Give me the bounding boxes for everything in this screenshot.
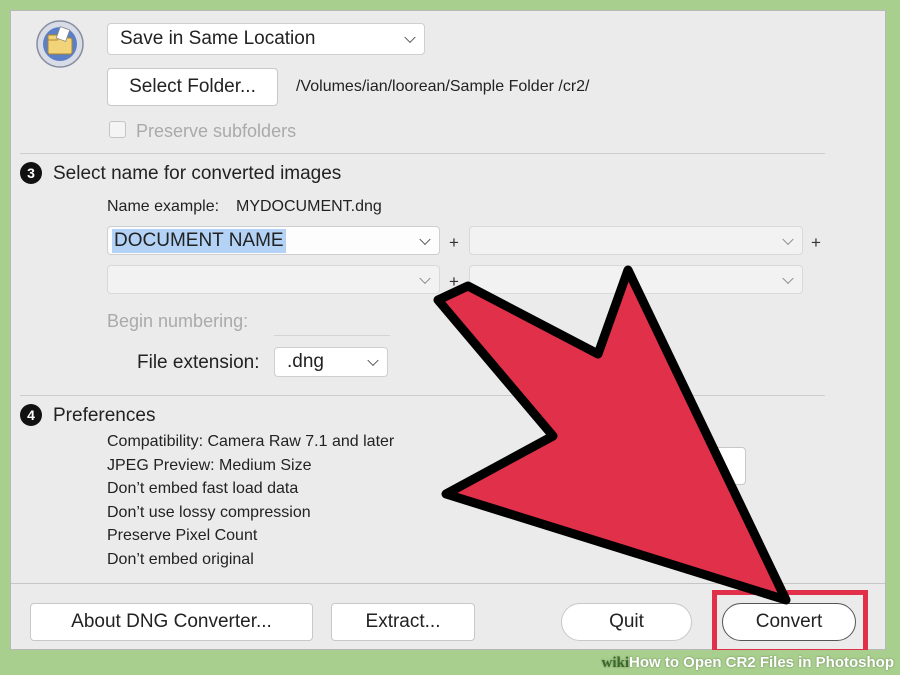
watermark-wiki: wiki	[601, 655, 629, 671]
red-arrow-annotation	[433, 265, 791, 605]
watermark-title: How to Open CR2 Files in Photoshop	[629, 654, 894, 671]
wikihow-watermark: wikiHow to Open CR2 Files in Photoshop	[601, 654, 894, 672]
